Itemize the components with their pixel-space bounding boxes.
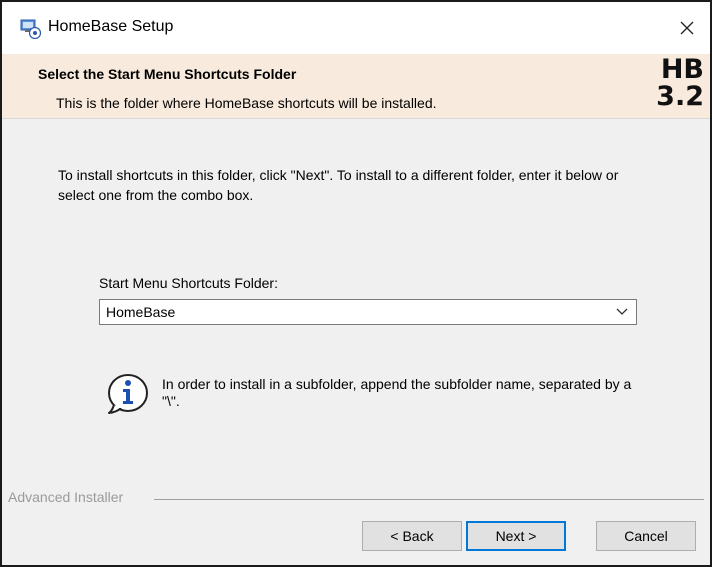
intro-text: To install shortcuts in this folder, cli… xyxy=(58,167,619,203)
banner-title: Select the Start Menu Shortcuts Folder xyxy=(38,66,297,82)
footer-divider xyxy=(154,499,704,500)
title-bar[interactable]: HomeBase Setup xyxy=(2,2,710,54)
header-banner: Select the Start Menu Shortcuts Folder T… xyxy=(2,54,710,119)
next-button[interactable]: Next > xyxy=(466,521,566,551)
shortcuts-folder-label: Start Menu Shortcuts Folder: xyxy=(99,275,278,291)
close-button[interactable] xyxy=(664,2,710,54)
cancel-button[interactable]: Cancel xyxy=(596,521,696,551)
setup-icon xyxy=(20,19,42,39)
product-logo: HB 3.2 xyxy=(654,56,704,110)
combo-value: HomeBase xyxy=(106,304,176,320)
info-icon xyxy=(108,374,148,414)
back-button[interactable]: < Back xyxy=(362,521,462,551)
dialog-body: To install shortcuts in this folder, cli… xyxy=(2,120,710,492)
logo-line-1: HB xyxy=(660,54,704,85)
installer-brand: Advanced Installer xyxy=(8,489,124,505)
logo-line-2: 3.2 xyxy=(656,81,704,112)
close-icon xyxy=(680,21,694,35)
info-message: In order to install in a subfolder, appe… xyxy=(162,376,632,409)
banner-subtitle: This is the folder where HomeBase shortc… xyxy=(56,95,437,111)
chevron-down-icon[interactable] xyxy=(616,307,628,317)
shortcuts-folder-combo[interactable]: HomeBase xyxy=(99,299,637,325)
window-title: HomeBase Setup xyxy=(48,18,174,35)
setup-window: HomeBase Setup Select the Start Menu Sho… xyxy=(0,0,712,567)
